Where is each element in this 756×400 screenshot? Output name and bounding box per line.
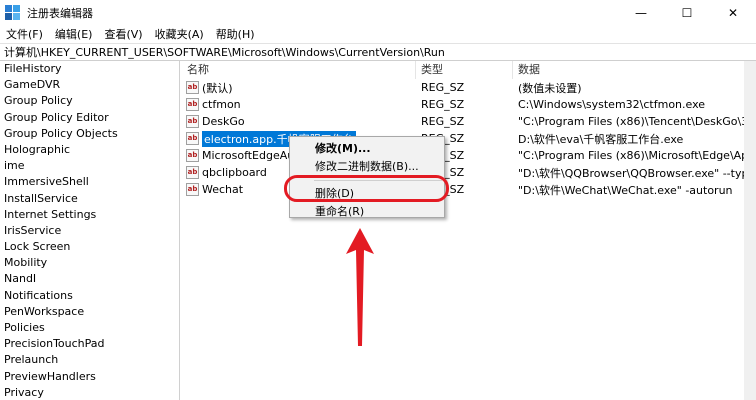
- tree-item-prelaunch[interactable]: Prelaunch: [0, 352, 179, 368]
- window-title: 注册表编辑器: [27, 6, 93, 20]
- vertical-scrollbar[interactable]: [744, 61, 756, 400]
- menu-file[interactable]: 文件(F): [0, 26, 49, 42]
- value-data: "D:\软件\QQBrowser\QQBrowser.exe" --type: [518, 166, 756, 180]
- minimize-button[interactable]: —: [618, 0, 664, 25]
- tree-item-ime[interactable]: ime: [0, 158, 179, 174]
- annotation-arrow-icon: [346, 228, 374, 346]
- list-header: 名称 类型 数据: [182, 61, 756, 79]
- address-bar[interactable]: 计算机\HKEY_CURRENT_USER\SOFTWARE\Microsoft…: [0, 43, 756, 61]
- tree-item-immersiveshell[interactable]: ImmersiveShell: [0, 174, 179, 190]
- value-type: REG_SZ: [421, 81, 465, 94]
- value-name: DeskGo: [202, 115, 245, 128]
- value-data: "C:\Program Files (x86)\Microsoft\Edge\A…: [518, 149, 756, 162]
- value-row[interactable]: ab DeskGo REG_SZ "C:\Program Files (x86)\…: [182, 113, 756, 130]
- value-data: C:\Windows\system32\ctfmon.exe: [518, 98, 706, 111]
- value-data: "C:\Program Files (x86)\Tencent\DeskGo\3…: [518, 115, 756, 128]
- value-data: D:\软件\eva\千帆客服工作台.exe: [518, 132, 684, 146]
- tree-item-mobility[interactable]: Mobility: [0, 255, 179, 271]
- tree-item-installservice[interactable]: InstallService: [0, 191, 179, 207]
- tree-item-gamedvr[interactable]: GameDVR: [0, 77, 179, 93]
- context-menu-modify-binary[interactable]: 修改二进制数据(B)...: [290, 158, 444, 176]
- tree-item-internet-settings[interactable]: Internet Settings: [0, 207, 179, 223]
- string-value-icon: ab: [186, 98, 199, 111]
- value-row[interactable]: ab (默认) REG_SZ (数值未设置): [182, 79, 756, 96]
- tree-item-penworkspace[interactable]: PenWorkspace: [0, 304, 179, 320]
- tree-item-group-policy[interactable]: Group Policy: [0, 93, 179, 109]
- tree-item-notifications[interactable]: Notifications: [0, 288, 179, 304]
- value-name: ctfmon: [202, 98, 241, 111]
- key-tree: FileHistory GameDVR Group Policy Group P…: [0, 61, 180, 400]
- string-value-icon: ab: [186, 149, 199, 162]
- value-type: REG_SZ: [421, 98, 465, 111]
- tree-item-lock-screen[interactable]: Lock Screen: [0, 239, 179, 255]
- menu-view[interactable]: 查看(V): [98, 26, 148, 42]
- regedit-app-icon: [5, 4, 21, 21]
- maximize-button[interactable]: ☐: [664, 0, 710, 25]
- value-row-selected[interactable]: abelectron.app.千帆客服工作台 REG_SZ D:\软件\eva\…: [182, 130, 756, 147]
- menu-bar: 文件(F) 编辑(E) 查看(V) 收藏夹(A) 帮助(H): [0, 25, 756, 43]
- title-bar: 注册表编辑器 — ☐ ✕: [0, 0, 756, 25]
- tree-item-filehistory[interactable]: FileHistory: [0, 61, 179, 77]
- value-type: REG_SZ: [421, 115, 465, 128]
- menu-favorites[interactable]: 收藏夹(A): [149, 26, 210, 42]
- tree-item-irisservice[interactable]: IrisService: [0, 223, 179, 239]
- value-list: 名称 类型 数据 ab (默认) REG_SZ (数值未设置) ab ctfmon …: [182, 61, 756, 400]
- value-data: "D:\软件\WeChat\WeChat.exe" -autorun: [518, 183, 733, 197]
- value-row[interactable]: abWechat REG_SZ "D:\软件\WeChat\WeChat.exe…: [182, 181, 756, 198]
- tree-item-privacy[interactable]: Privacy: [0, 385, 179, 400]
- menu-help[interactable]: 帮助(H): [210, 26, 261, 42]
- column-header-type[interactable]: 类型: [416, 61, 513, 79]
- address-path: 计算机\HKEY_CURRENT_USER\SOFTWARE\Microsoft…: [4, 46, 445, 59]
- column-header-name[interactable]: 名称: [182, 61, 416, 79]
- string-value-icon: ab: [186, 115, 199, 128]
- context-menu-modify[interactable]: 修改(M)...: [290, 140, 444, 158]
- tree-item-policies[interactable]: Policies: [0, 320, 179, 336]
- tree-item-group-policy-objects[interactable]: Group Policy Objects: [0, 126, 179, 142]
- tree-item-group-policy-editor[interactable]: Group Policy Editor: [0, 110, 179, 126]
- string-value-icon: ab: [186, 183, 199, 196]
- string-value-icon: ab: [186, 81, 199, 94]
- value-row[interactable]: abMicrosoftEdgeAutoLaunch REG_SZ "C:\Pro…: [182, 147, 756, 164]
- tree-item-precisiontouchpad[interactable]: PrecisionTouchPad: [0, 336, 179, 352]
- string-value-icon: ab: [186, 132, 199, 145]
- column-header-data[interactable]: 数据: [513, 61, 748, 79]
- value-name: (默认): [202, 81, 233, 95]
- value-row[interactable]: ab ctfmon REG_SZ C:\Windows\system32\ctfm…: [182, 96, 756, 113]
- value-name: Wechat: [202, 183, 244, 196]
- tree-item-nandi[interactable]: NandI: [0, 271, 179, 287]
- menu-edit[interactable]: 编辑(E): [49, 26, 99, 42]
- value-row[interactable]: abqbclipboard REG_SZ "D:\软件\QQBrowser\QQ…: [182, 164, 756, 181]
- annotation-highlight-oval: [284, 175, 449, 202]
- value-name: qbclipboard: [202, 166, 267, 179]
- value-data: (数值未设置): [518, 81, 582, 95]
- close-button[interactable]: ✕: [710, 0, 756, 25]
- tree-item-holographic[interactable]: Holographic: [0, 142, 179, 158]
- context-menu-rename[interactable]: 重命名(R): [290, 203, 444, 221]
- string-value-icon: ab: [186, 166, 199, 179]
- tree-item-previewhandlers[interactable]: PreviewHandlers: [0, 369, 179, 385]
